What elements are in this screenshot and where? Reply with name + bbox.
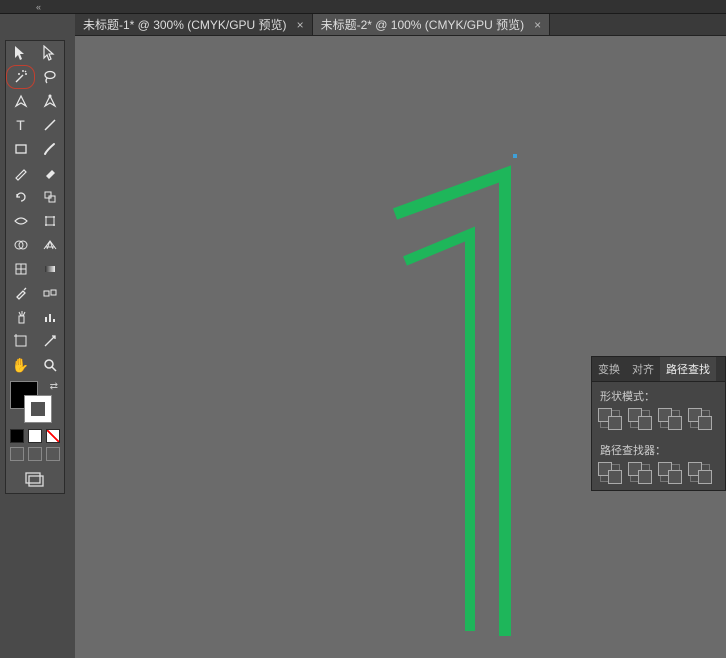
anchor-point-icon[interactable]	[513, 154, 517, 158]
unite-icon[interactable]	[600, 410, 620, 428]
shape-modes-label: 形状模式：	[592, 382, 725, 406]
merge-icon[interactable]	[660, 464, 680, 482]
document-tab-label: 未标题-1* @ 300% (CMYK/GPU 预览)	[83, 16, 287, 33]
column-graph-tool[interactable]	[35, 305, 64, 329]
draw-normal-icon[interactable]	[10, 447, 24, 461]
free-transform-tool[interactable]	[35, 209, 64, 233]
pen-tool[interactable]	[6, 89, 35, 113]
draw-behind-icon[interactable]	[28, 447, 42, 461]
collapse-icon[interactable]: «	[36, 2, 41, 12]
trim-icon[interactable]	[630, 464, 650, 482]
selection-tool[interactable]	[6, 41, 35, 65]
document-tab-1[interactable]: 未标题-1* @ 300% (CMYK/GPU 预览) ×	[75, 14, 313, 35]
stroke-color-swatch[interactable]	[24, 395, 52, 423]
swap-fill-stroke-icon[interactable]: ⇄	[50, 381, 58, 392]
exclude-icon[interactable]	[690, 410, 710, 428]
tab-transform[interactable]: 变换	[592, 357, 626, 381]
pathfinder-panel: 变换 对齐 路径查找 形状模式： 路径查找器：	[591, 356, 726, 491]
scale-tool[interactable]	[35, 185, 64, 209]
lasso-tool[interactable]	[35, 65, 64, 89]
document-tab-label: 未标题-2* @ 100% (CMYK/GPU 预览)	[321, 16, 525, 33]
color-mode-chips	[6, 429, 64, 443]
screen-mode-button[interactable]	[6, 471, 64, 487]
close-icon[interactable]: ×	[297, 18, 304, 32]
eyedropper-tool[interactable]	[6, 281, 35, 305]
gradient-chip[interactable]	[28, 429, 42, 443]
color-chip[interactable]	[10, 429, 24, 443]
close-icon[interactable]: ×	[534, 18, 541, 32]
draw-mode-chips	[6, 447, 64, 461]
canvas-area[interactable]	[75, 36, 726, 658]
rotate-tool[interactable]	[6, 185, 35, 209]
perspective-grid-tool[interactable]	[35, 233, 64, 257]
type-tool[interactable]: T	[6, 113, 35, 137]
panel-tabs: 变换 对齐 路径查找	[592, 357, 725, 382]
zoom-tool[interactable]	[35, 353, 64, 377]
control-bar: «	[0, 0, 726, 14]
fill-stroke-swatch[interactable]: ⇄	[10, 381, 60, 425]
hand-tool[interactable]: ✋	[6, 353, 35, 377]
symbol-sprayer-tool[interactable]	[6, 305, 35, 329]
draw-inside-icon[interactable]	[46, 447, 60, 461]
width-tool[interactable]	[6, 209, 35, 233]
tab-pathfinder[interactable]: 路径查找	[660, 357, 716, 381]
mesh-tool[interactable]	[6, 257, 35, 281]
pathfinders-row	[592, 460, 725, 490]
magic-wand-tool[interactable]	[6, 65, 35, 89]
minus-front-icon[interactable]	[630, 410, 650, 428]
crop-icon[interactable]	[690, 464, 710, 482]
rectangle-tool[interactable]	[6, 137, 35, 161]
shape-modes-row	[592, 406, 725, 436]
document-tab-2[interactable]: 未标题-2* @ 100% (CMYK/GPU 预览) ×	[313, 14, 551, 35]
artwork-path-inner[interactable]	[405, 234, 470, 631]
tab-align[interactable]: 对齐	[626, 357, 660, 381]
none-chip[interactable]	[46, 429, 60, 443]
direct-selection-tool[interactable]	[35, 41, 64, 65]
gradient-tool[interactable]	[35, 257, 64, 281]
blend-tool[interactable]	[35, 281, 64, 305]
document-tabs: 未标题-1* @ 300% (CMYK/GPU 预览) × 未标题-2* @ 1…	[75, 14, 726, 36]
eraser-tool[interactable]	[35, 161, 64, 185]
artboard-tool[interactable]	[6, 329, 35, 353]
paintbrush-tool[interactable]	[35, 137, 64, 161]
pencil-tool[interactable]	[6, 161, 35, 185]
tools-panel: T	[5, 40, 65, 494]
intersect-icon[interactable]	[660, 410, 680, 428]
slice-tool[interactable]	[35, 329, 64, 353]
shape-builder-tool[interactable]	[6, 233, 35, 257]
divide-icon[interactable]	[600, 464, 620, 482]
pathfinders-label: 路径查找器：	[592, 436, 725, 460]
curvature-tool[interactable]	[35, 89, 64, 113]
line-segment-tool[interactable]	[35, 113, 64, 137]
